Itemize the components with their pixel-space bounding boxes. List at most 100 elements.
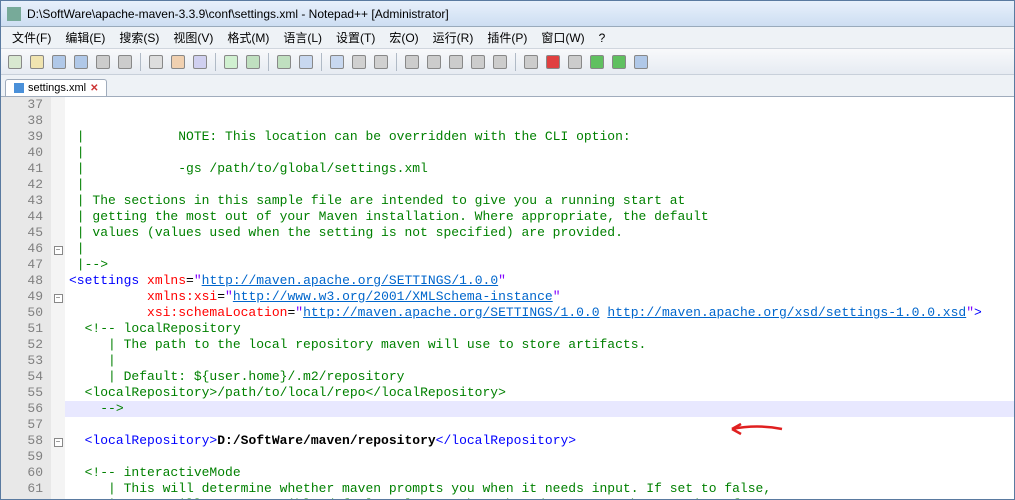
line-number: 48 <box>1 273 43 289</box>
code-line[interactable]: | NOTE: This location can be overridden … <box>65 129 1014 145</box>
app-icon <box>7 7 21 21</box>
play-icon[interactable] <box>587 52 607 72</box>
menubar: 文件(F) 编辑(E) 搜索(S) 视图(V) 格式(M) 语言(L) 设置(T… <box>1 27 1014 49</box>
code-line[interactable]: xmlns:xsi="http://www.w3.org/2001/XMLSch… <box>65 289 1014 305</box>
line-number: 43 <box>1 193 43 209</box>
tab-close-icon[interactable]: ✕ <box>90 83 98 94</box>
line-number: 44 <box>1 209 43 225</box>
line-number: 38 <box>1 113 43 129</box>
code-line[interactable]: <localRepository>/path/to/local/repo</lo… <box>65 385 1014 401</box>
save-icon[interactable] <box>49 52 69 72</box>
line-number: 46 <box>1 241 43 257</box>
code-line[interactable]: | <box>65 241 1014 257</box>
menu-language[interactable]: 语言(L) <box>276 27 329 48</box>
line-number: 52 <box>1 337 43 353</box>
new-icon[interactable] <box>5 52 25 72</box>
line-number: 51 <box>1 321 43 337</box>
menu-file[interactable]: 文件(F) <box>5 27 58 48</box>
stop-icon[interactable] <box>565 52 585 72</box>
play-multi-icon[interactable] <box>609 52 629 72</box>
copy-icon[interactable] <box>190 52 210 72</box>
line-number: 60 <box>1 465 43 481</box>
editor[interactable]: 3738394041424344454647484950515253545556… <box>1 97 1014 499</box>
code-line[interactable]: | The path to the local repository maven… <box>65 337 1014 353</box>
line-number: 55 <box>1 385 43 401</box>
close-all-icon[interactable] <box>115 52 135 72</box>
line-number: 45 <box>1 225 43 241</box>
line-number: 47 <box>1 257 43 273</box>
code-line[interactable]: | Default: ${user.home}/.m2/repository <box>65 369 1014 385</box>
line-number: 56 <box>1 401 43 417</box>
line-number: 42 <box>1 177 43 193</box>
menu-settings[interactable]: 设置(T) <box>329 27 382 48</box>
line-number: 57 <box>1 417 43 433</box>
undo-icon[interactable] <box>243 52 263 72</box>
record-icon[interactable] <box>543 52 563 72</box>
guide-icon[interactable] <box>468 52 488 72</box>
tab-settings-xml[interactable]: settings.xml ✕ <box>5 79 107 96</box>
code-area[interactable]: | NOTE: This location can be overridden … <box>65 97 1014 499</box>
menu-search[interactable]: 搜索(S) <box>112 27 166 48</box>
code-line[interactable]: --> <box>65 401 1014 417</box>
code-line[interactable]: <localRepository>D:/SoftWare/maven/repos… <box>65 433 1014 449</box>
menu-window[interactable]: 窗口(W) <box>534 27 591 48</box>
lang-icon[interactable] <box>490 52 510 72</box>
file-icon <box>14 83 24 93</box>
fold-toggle[interactable]: − <box>54 294 63 303</box>
menu-plugins[interactable]: 插件(P) <box>480 27 534 48</box>
menu-format[interactable]: 格式(M) <box>220 27 276 48</box>
line-number: 49 <box>1 289 43 305</box>
code-line[interactable]: | maven will use a sensible default valu… <box>65 497 1014 499</box>
code-line[interactable]: <!-- localRepository <box>65 321 1014 337</box>
code-line[interactable]: | This will determine whether maven prom… <box>65 481 1014 497</box>
line-number: 61 <box>1 481 43 497</box>
code-line[interactable]: xsi:schemaLocation="http://maven.apache.… <box>65 305 1014 321</box>
print-icon[interactable] <box>146 52 166 72</box>
line-number: 53 <box>1 353 43 369</box>
fold-toggle[interactable]: − <box>54 438 63 447</box>
menu-edit[interactable]: 编辑(E) <box>58 27 112 48</box>
code-line[interactable]: | values (values used when the setting i… <box>65 225 1014 241</box>
paste-icon[interactable] <box>221 52 241 72</box>
code-line[interactable]: | getting the most out of your Maven ins… <box>65 209 1014 225</box>
find-icon[interactable] <box>296 52 316 72</box>
code-line[interactable]: | <box>65 145 1014 161</box>
cut-icon[interactable] <box>168 52 188 72</box>
window-title: D:\SoftWare\apache-maven-3.3.9\conf\sett… <box>27 7 1008 21</box>
menu-view[interactable]: 视图(V) <box>166 27 220 48</box>
save-macro-icon[interactable] <box>631 52 651 72</box>
tabbar: settings.xml ✕ <box>1 75 1014 97</box>
open-icon[interactable] <box>27 52 47 72</box>
menu-help[interactable]: ? <box>592 29 613 47</box>
redo-icon[interactable] <box>274 52 294 72</box>
menu-macro[interactable]: 宏(O) <box>382 27 425 48</box>
line-number: 41 <box>1 161 43 177</box>
code-line[interactable]: | -gs /path/to/global/settings.xml <box>65 161 1014 177</box>
close-icon[interactable] <box>93 52 113 72</box>
fold-column: − − − <box>51 97 65 499</box>
replace-icon[interactable] <box>327 52 347 72</box>
annotation-arrow-icon <box>665 403 787 460</box>
menu-run[interactable]: 运行(R) <box>426 27 481 48</box>
code-line[interactable] <box>65 449 1014 465</box>
show-all-icon[interactable] <box>446 52 466 72</box>
save-all-icon[interactable] <box>71 52 91 72</box>
line-number: 39 <box>1 129 43 145</box>
line-number: 50 <box>1 305 43 321</box>
line-number: 59 <box>1 449 43 465</box>
line-number: 40 <box>1 145 43 161</box>
monitor-icon[interactable] <box>521 52 541 72</box>
code-line[interactable]: <settings xmlns="http://maven.apache.org… <box>65 273 1014 289</box>
line-number: 58 <box>1 433 43 449</box>
code-line[interactable] <box>65 417 1014 433</box>
code-line[interactable]: | The sections in this sample file are i… <box>65 193 1014 209</box>
zoom-out-icon[interactable] <box>371 52 391 72</box>
code-line[interactable]: |--> <box>65 257 1014 273</box>
zoom-in-icon[interactable] <box>349 52 369 72</box>
fold-toggle[interactable]: − <box>54 246 63 255</box>
sync-icon[interactable] <box>402 52 422 72</box>
wrap-icon[interactable] <box>424 52 444 72</box>
code-line[interactable]: <!-- interactiveMode <box>65 465 1014 481</box>
code-line[interactable]: | <box>65 353 1014 369</box>
code-line[interactable]: | <box>65 177 1014 193</box>
